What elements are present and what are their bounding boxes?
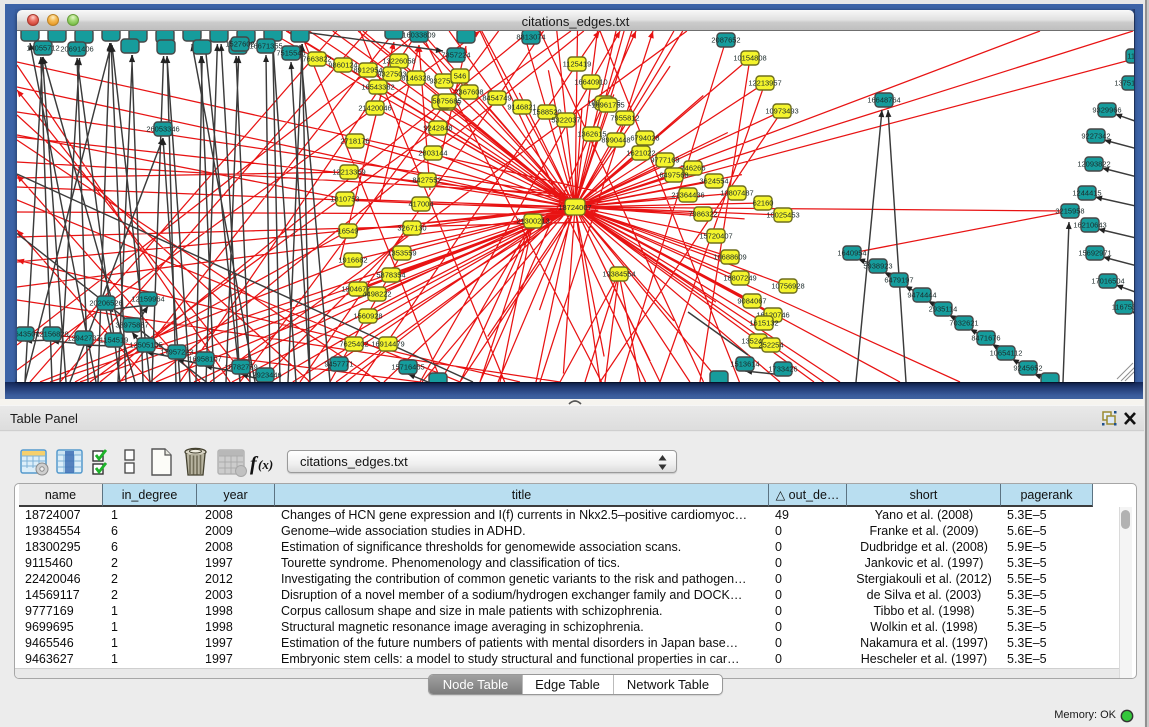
svg-text:417004: 417004 [408,200,433,209]
svg-text:9227342: 9227342 [1081,132,1110,141]
svg-text:19384554: 19384554 [602,270,635,279]
svg-text:21300213: 21300213 [516,217,549,226]
svg-text:16543382: 16543382 [361,83,394,92]
svg-text:7663822: 7663822 [302,55,331,64]
svg-text:12159964: 12159964 [131,295,164,304]
svg-text:8471676: 8471676 [971,334,1000,343]
svg-text:1353559: 1353559 [387,249,416,258]
svg-text:5878354: 5878354 [376,271,405,280]
svg-text:16961755: 16961755 [591,101,624,110]
svg-text:9245652: 9245652 [1013,364,1042,373]
svg-text:9474444: 9474444 [907,291,936,300]
svg-text:13226058: 13226058 [382,57,415,66]
svg-text:16640910: 16640910 [574,78,607,87]
svg-text:3215958: 3215958 [1055,207,1084,216]
svg-text:16648764: 16648764 [867,96,900,105]
svg-text:20691406: 20691406 [60,45,93,54]
svg-text:7357224: 7357224 [441,51,470,60]
svg-text:1733426: 1733426 [768,365,797,374]
svg-text:15720407: 15720407 [699,232,732,241]
svg-text:16210643: 16210643 [1073,221,1106,230]
svg-text:(x): (x) [258,457,273,472]
svg-text:546: 546 [454,72,467,81]
svg-text:5938923: 5938923 [863,262,892,271]
svg-text:15692971: 15692971 [1078,249,1111,258]
svg-text:16914479: 16914479 [371,340,404,349]
svg-text:7955812: 7955812 [610,114,639,123]
svg-text:10154808: 10154808 [733,54,766,63]
svg-text:8813074: 8813074 [516,33,545,42]
svg-text:16549: 16549 [338,227,359,236]
svg-text:62160: 62160 [753,199,774,208]
svg-text:3624554: 3624554 [699,177,728,186]
svg-text:1112: 1112 [1127,52,1134,61]
svg-text:8146328: 8146328 [401,74,430,83]
svg-text:21364436: 21364436 [671,191,704,200]
svg-text:7986322: 7986322 [688,210,717,219]
svg-text:9777169: 9777169 [650,156,679,165]
svg-text:116753: 116753 [1112,303,1134,312]
svg-text:10973493: 10973493 [765,107,798,116]
svg-text:13751074: 13751074 [1114,79,1134,88]
svg-text:252254: 252254 [758,341,783,350]
svg-text:8454749: 8454749 [482,94,511,103]
svg-text:12923446: 12923446 [248,371,281,380]
svg-text:10654112: 10654112 [990,349,1023,358]
svg-text:10025453: 10025453 [766,211,799,220]
svg-text:18807249: 18807249 [723,274,756,283]
svg-text:14055712: 14055712 [26,44,59,53]
svg-text:2087652: 2087652 [711,36,740,45]
svg-text:16958107: 16958107 [188,355,221,364]
svg-text:7032621: 7032621 [949,319,978,328]
svg-text:18724007: 18724007 [558,203,591,212]
svg-text:7625402: 7625402 [339,340,368,349]
svg-text:2367608: 2367608 [454,88,483,97]
svg-text:10756928: 10756928 [771,282,804,291]
svg-text:12213369: 12213369 [332,168,365,177]
svg-text:4498222: 4498222 [362,290,391,299]
svg-text:12942737: 12942737 [67,334,100,343]
svg-text:3267130: 3267130 [397,224,426,233]
svg-text:8990448: 8990448 [601,136,630,145]
svg-text:12505135: 12505135 [129,341,162,350]
svg-text:33975887: 33975887 [115,321,148,330]
svg-text:1810753: 1810753 [330,195,359,204]
svg-text:7515546: 7515546 [276,49,305,58]
svg-text:15716465: 15716465 [391,363,424,372]
svg-text:12093822: 12093822 [1077,160,1110,169]
svg-text:21420046: 21420046 [358,104,391,113]
svg-text:10688609: 10688609 [713,253,746,262]
svg-text:5322037: 5322037 [551,116,580,125]
svg-text:1560928: 1560928 [353,312,382,321]
svg-text:6794028: 6794028 [630,134,659,143]
svg-text:9457771: 9457771 [324,360,353,369]
svg-text:16033809: 16033809 [402,31,435,40]
svg-text:2935114: 2935114 [929,305,958,314]
svg-text:8427552: 8427552 [412,176,441,185]
svg-text:2803144: 2803144 [418,149,447,158]
svg-text:6479197: 6479197 [884,276,913,285]
svg-text:1154519: 1154519 [100,336,129,345]
svg-text:5875685: 5875685 [432,97,461,106]
svg-text:1615132: 1615132 [749,319,778,328]
svg-text:1125419: 1125419 [563,60,592,69]
svg-text:26053346: 26053346 [146,125,179,134]
svg-text:9084067: 9084067 [737,297,766,306]
svg-text:1513614: 1513614 [730,360,759,369]
svg-text:1640954: 1640954 [837,249,866,258]
svg-text:9329966: 9329966 [1092,106,1121,115]
svg-text:17016504: 17016504 [1091,277,1124,286]
svg-text:20206526: 20206526 [89,299,122,308]
svg-text:6497568: 6497568 [659,171,688,180]
svg-text:12156829: 12156829 [35,330,68,339]
svg-text:12213957: 12213957 [748,79,781,88]
svg-text:1244415: 1244415 [1072,189,1101,198]
svg-text:10807487: 10807487 [720,189,753,198]
svg-text:9242848: 9242848 [423,124,452,133]
svg-text:2718176: 2718176 [340,137,369,146]
svg-text:1916682: 1916682 [338,256,367,265]
